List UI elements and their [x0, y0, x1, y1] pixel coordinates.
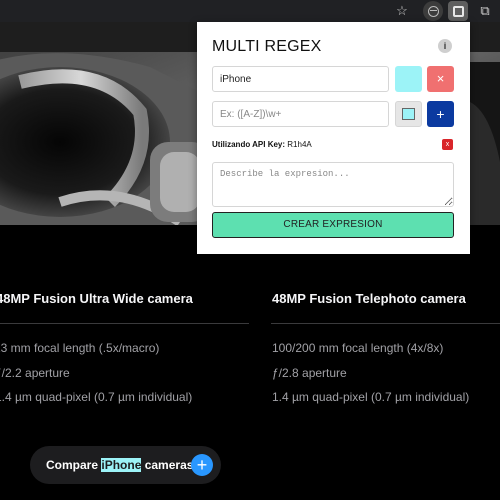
compare-cameras-pill[interactable]: Compare iPhone cameras + — [30, 446, 221, 484]
add-regex-button[interactable]: + — [427, 101, 454, 127]
highlighted-match: iPhone — [101, 458, 142, 472]
compare-plus-button[interactable]: + — [191, 454, 213, 476]
divider — [0, 323, 249, 324]
feature-text: 100/200 mm focal length (4x/8x) — [272, 341, 444, 355]
feature-title: 48MP Fusion Ultra Wide camera — [0, 291, 193, 306]
api-key-value: R1h4A — [287, 140, 312, 149]
feature-text: 1.4 µm quad-pixel (0.7 µm individual) — [0, 390, 193, 404]
color-preview — [402, 108, 415, 120]
remove-regex-button[interactable]: × — [427, 66, 454, 92]
color-picker[interactable] — [395, 101, 422, 127]
regex-input[interactable] — [212, 66, 389, 92]
color-swatch[interactable] — [395, 66, 422, 92]
blocked-extension-icon[interactable] — [423, 1, 443, 21]
divider — [271, 323, 500, 324]
star-icon[interactable]: ☆ — [393, 2, 411, 20]
compare-label: Compare iPhone cameras — [46, 458, 193, 472]
description-textarea[interactable] — [212, 162, 454, 207]
remove-api-key-button[interactable]: x — [442, 139, 453, 150]
new-regex-input[interactable] — [212, 101, 389, 127]
create-expression-button[interactable]: CREAR EXPRESION — [212, 212, 454, 238]
feature-text: 13 mm focal length (.5x/macro) — [0, 341, 160, 355]
compare-prefix: Compare — [46, 458, 102, 472]
multi-regex-extension-icon[interactable] — [448, 1, 468, 21]
info-icon[interactable]: i — [438, 39, 452, 53]
browser-toolbar: ☆ ⧉ — [0, 0, 500, 22]
api-key-label: Utilizando API Key: — [212, 140, 286, 149]
feature-text: 1.4 µm quad-pixel (0.7 µm individual) — [272, 390, 470, 404]
multi-regex-popup: MULTI REGEX i × + Utilizando API Key: R1… — [197, 22, 470, 254]
compare-suffix: cameras — [141, 458, 194, 472]
popup-title: MULTI REGEX — [212, 38, 322, 55]
puzzle-icon[interactable]: ⧉ — [476, 2, 494, 20]
feature-text: ƒ/2.2 aperture — [0, 366, 70, 380]
api-key-status: Utilizando API Key: R1h4A — [212, 140, 312, 149]
feature-text: ƒ/2.8 aperture — [272, 366, 347, 380]
feature-title: 48MP Fusion Telephoto camera — [272, 291, 466, 306]
